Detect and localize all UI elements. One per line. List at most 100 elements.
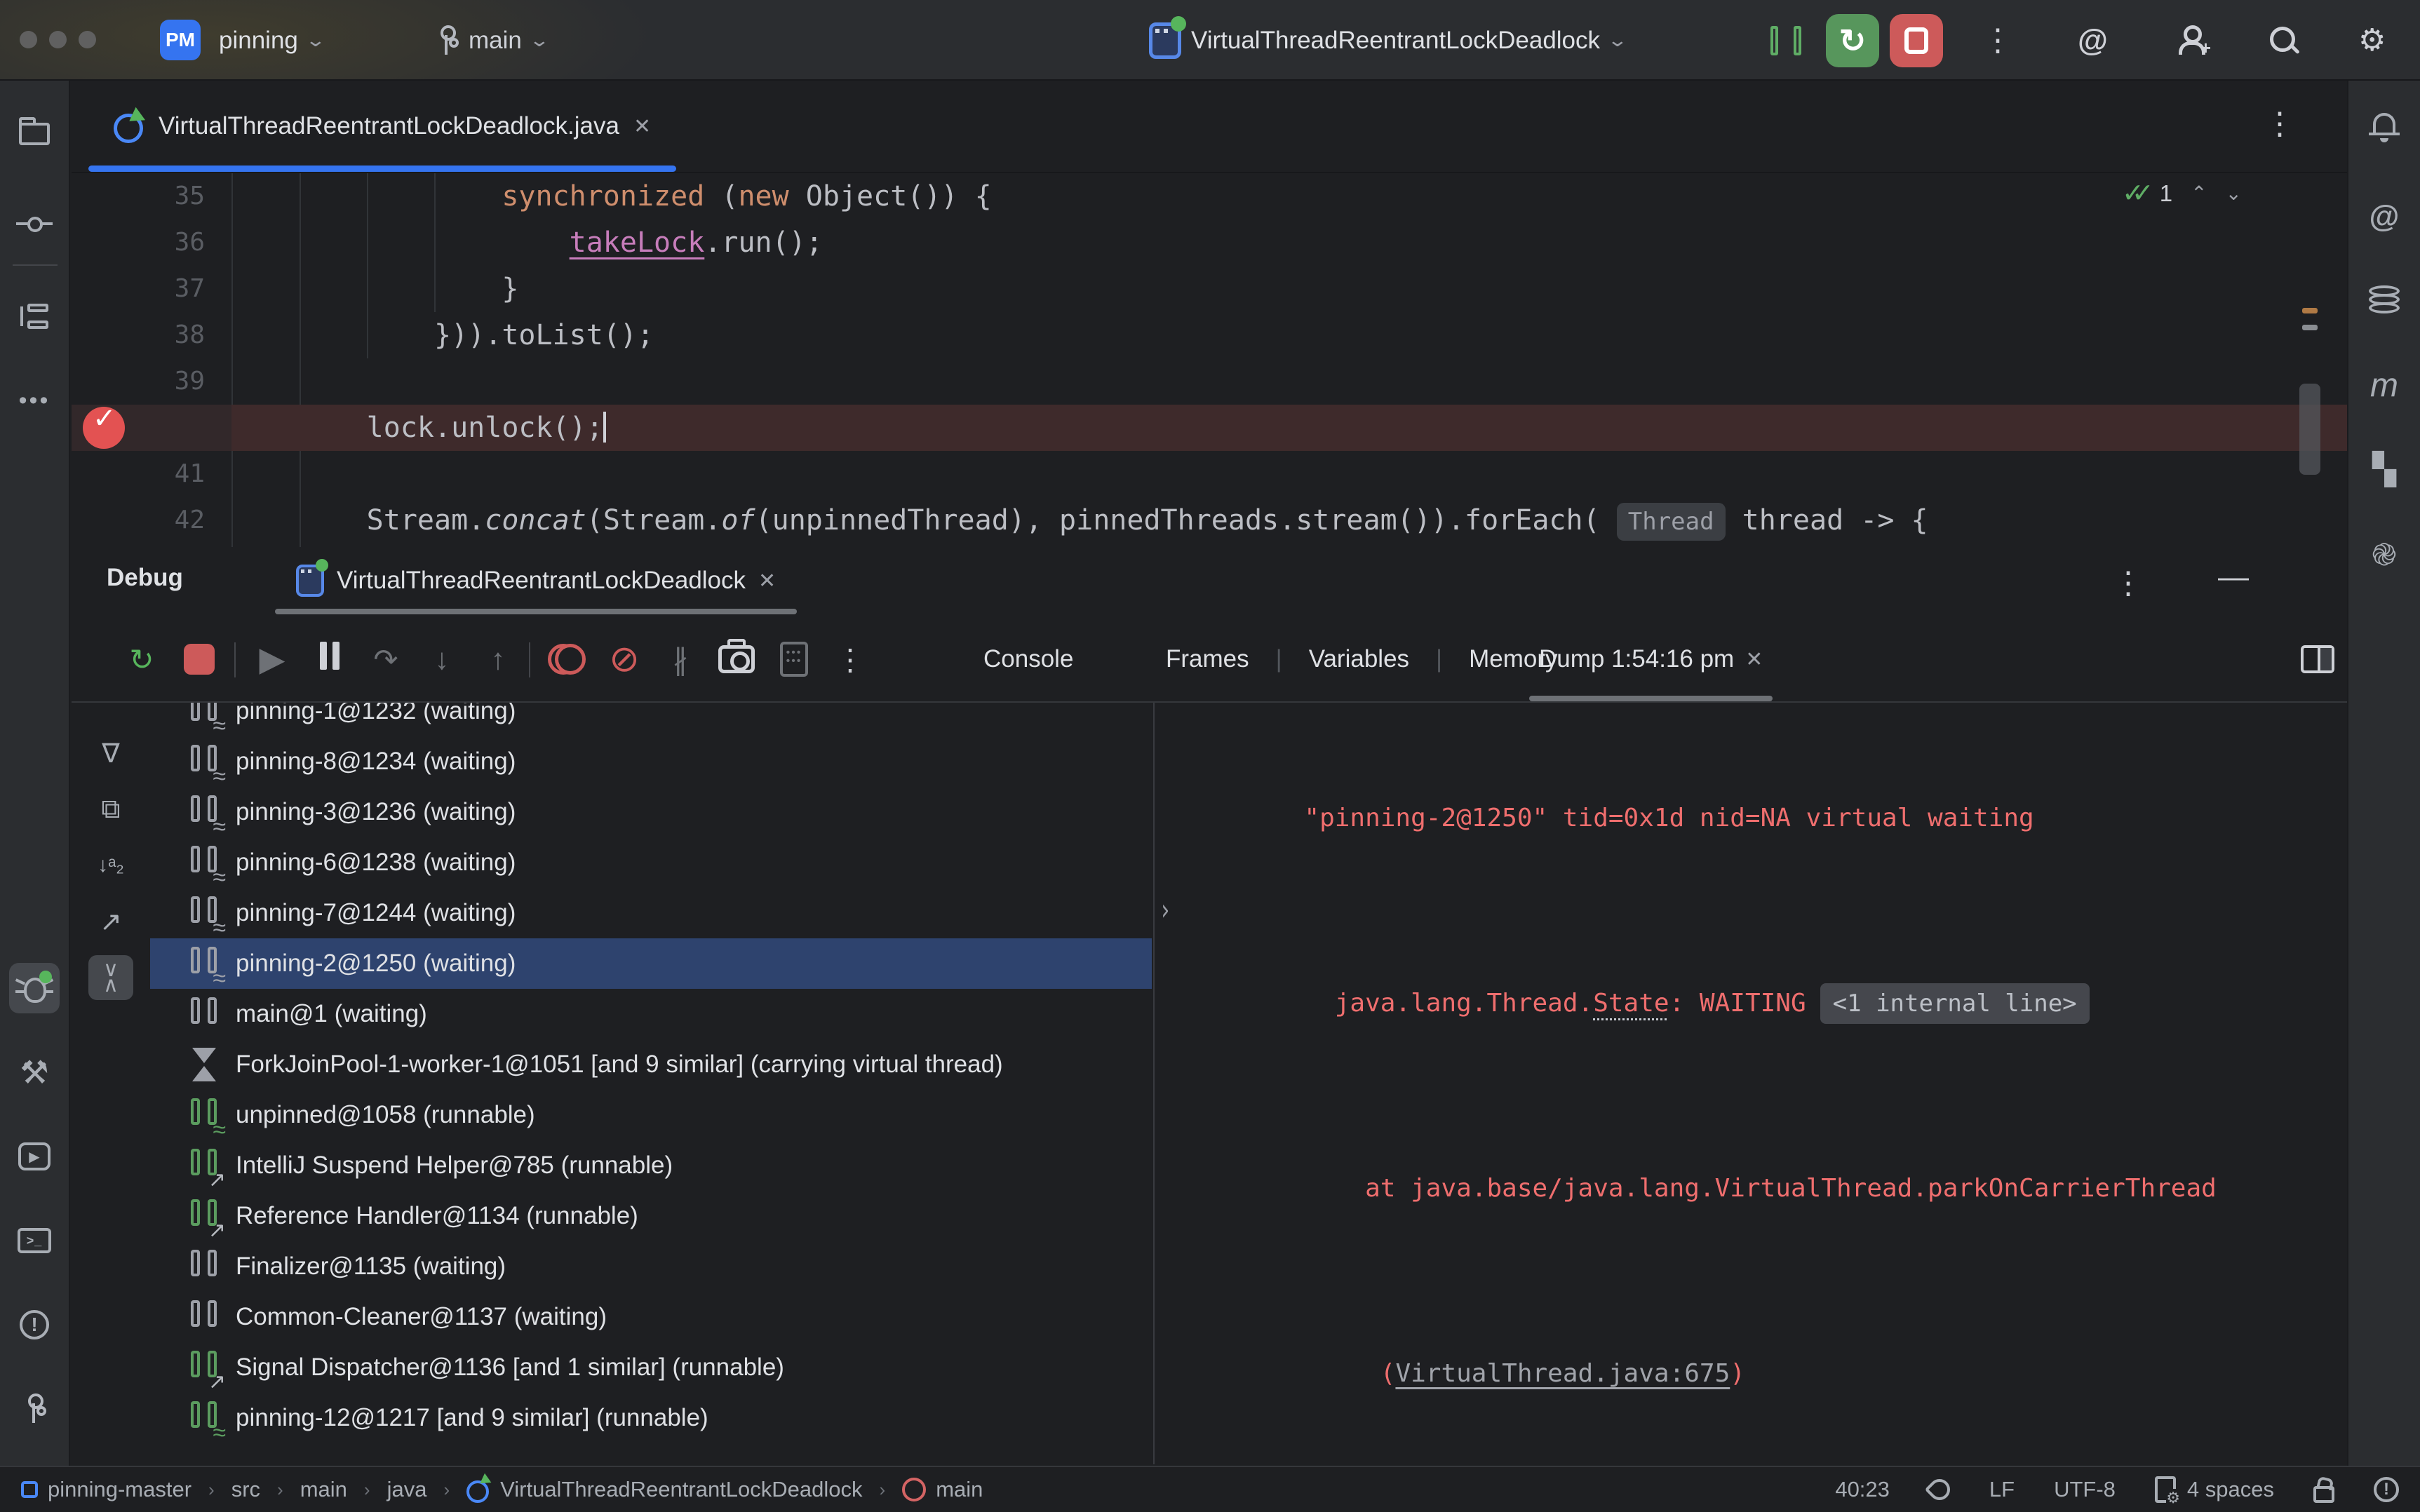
editor-tab-options-button[interactable]: ⋮ <box>2264 106 2295 142</box>
settings-button[interactable]: ⚙ <box>2358 0 2386 81</box>
step-into-button[interactable]: ↓ <box>418 635 466 683</box>
copy-dump-button[interactable]: ⧉ <box>88 787 133 832</box>
debug-session-tab[interactable]: VirtualThreadReentrantLockDeadlock ✕ <box>268 547 804 614</box>
sidebar-item-dependencies[interactable]: ▚ <box>2359 444 2409 494</box>
branch-selector[interactable]: main⌄ <box>435 0 547 81</box>
breadcrumb-item[interactable]: pinning-master › <box>21 1477 231 1502</box>
chevron-down-icon[interactable]: ⌄ <box>2226 182 2242 205</box>
line-number[interactable]: 39 <box>79 358 205 405</box>
stack-trace-line[interactable]: (VirtualThread.java:675) <box>1155 1258 2347 1443</box>
line-number[interactable]: 36 <box>79 220 205 266</box>
tab-frames[interactable]: Frames <box>1166 645 1249 673</box>
thread-list-item[interactable]: pinning-6@1238 (waiting) <box>150 837 1152 888</box>
editor-scrollbar-thumb[interactable] <box>2299 384 2320 475</box>
line-separator-widget[interactable]: LF <box>1989 1477 2015 1502</box>
stack-trace-panel[interactable]: "pinning-2@1250" tid=0x1d nid=NA virtual… <box>1155 703 2347 1464</box>
line-number[interactable]: 37 <box>79 266 205 312</box>
sidebar-item-debug[interactable] <box>9 963 60 1013</box>
breadcrumb-item[interactable]: main › <box>902 1477 983 1502</box>
event-log-icon[interactable]: ! <box>2374 1477 2399 1502</box>
hide-panel-button[interactable]: — <box>2218 560 2249 595</box>
rerun-debugger-button[interactable]: ↻ <box>118 635 166 683</box>
thread-list-item[interactable]: pinning-1@1232 (waiting) <box>150 703 1152 736</box>
editor-tab[interactable]: VirtualThreadReentrantLockDeadlock.java … <box>88 81 676 172</box>
sidebar-item-structure[interactable] <box>9 291 60 342</box>
close-icon[interactable]: ✕ <box>1745 647 1763 672</box>
code-line[interactable]: 36 takeLock.run(); <box>72 220 2347 266</box>
run-config-selector[interactable]: VirtualThreadReentrantLockDeadlock⌄ <box>1149 0 1625 81</box>
line-number[interactable]: 38 <box>79 312 205 358</box>
sidebar-item-database[interactable] <box>2359 276 2409 326</box>
tab-group-frames-variables-memory[interactable]: Frames| Variables| Memory <box>1166 617 1558 701</box>
export-dump-button[interactable]: ↗ <box>88 899 133 944</box>
sort-threads-button[interactable]: ↓ᵃ₂ <box>88 843 133 888</box>
thread-list-item[interactable]: pinning-8@1234 (waiting) <box>150 736 1152 787</box>
thread-list-item[interactable]: main@1 (waiting) <box>150 989 1152 1039</box>
code-line[interactable]: 39 <box>72 358 2347 405</box>
encoding-widget[interactable]: UTF-8 <box>2054 1477 2116 1502</box>
code-line[interactable]: 42 Stream.concat(Stream.of(unpinnedThrea… <box>72 497 2347 544</box>
code-editor[interactable]: 35 synchronized (new Object()) { 36 take… <box>72 173 2347 547</box>
code-line[interactable]: 41 <box>72 451 2347 497</box>
sidebar-item-commit[interactable] <box>9 198 60 249</box>
breadcrumb-item[interactable]: src › <box>231 1477 300 1502</box>
stack-trace-line[interactable]: "pinning-2@1250" tid=0x1d nid=NA virtual… <box>1155 703 2347 888</box>
sidebar-item-problems[interactable]: ! <box>9 1300 60 1350</box>
indent-widget[interactable]: 4 spaces <box>2155 1476 2274 1503</box>
breadcrumb-item[interactable]: VirtualThreadReentrantLockDeadlock › <box>466 1477 902 1502</box>
pause-program-button[interactable] <box>1768 0 1804 81</box>
debug-options-button[interactable]: ⋮ <box>2113 565 2144 601</box>
thread-list-item[interactable]: pinning-3@1236 (waiting) <box>150 787 1152 837</box>
sidebar-item-project[interactable] <box>9 109 60 159</box>
tab-variables[interactable]: Variables <box>1309 645 1409 673</box>
sidebar-item-ai-chat[interactable]: @ <box>2359 191 2409 242</box>
error-stripe-mark[interactable] <box>2302 325 2318 330</box>
code-line[interactable]: 37 } <box>72 266 2347 312</box>
breadcrumb-item[interactable]: java › <box>387 1477 467 1502</box>
chevron-up-icon[interactable]: ⌃ <box>2191 182 2207 205</box>
thread-dump-button[interactable] <box>713 635 760 683</box>
step-over-button[interactable]: ↷ <box>362 635 410 683</box>
mute-breakpoints-button[interactable]: ⊘ <box>600 635 648 683</box>
line-number[interactable]: 35 <box>79 173 205 220</box>
filter-threads-button[interactable]: ∇ <box>88 731 133 776</box>
step-out-button[interactable]: ↑ <box>474 635 522 683</box>
line-number[interactable]: 41 <box>79 451 205 497</box>
resume-program-button[interactable]: ▶ <box>248 635 296 683</box>
collapse-all-button[interactable]: ∨∧ <box>88 955 133 1000</box>
evaluate-expression-button[interactable]: •••••• <box>770 635 818 683</box>
more-actions-button[interactable]: ⋮ <box>1982 0 2013 81</box>
code-line[interactable]: 35 synchronized (new Object()) { <box>72 173 2347 220</box>
tab-console[interactable]: Console <box>983 617 1073 701</box>
debug-toolbar-more-button[interactable]: ⋮ <box>826 635 874 683</box>
thread-list-item[interactable]: pinning-2@1250 (waiting) <box>150 938 1152 989</box>
stack-trace-line[interactable]: at java.base/java.lang.VirtualThread.par… <box>1155 1073 2347 1258</box>
search-everywhere-button[interactable] <box>2270 0 2298 81</box>
thread-list-item[interactable]: ForkJoinPool-1-worker-1@1051 [and 9 simi… <box>150 1039 1152 1090</box>
sidebar-item-maven[interactable]: m <box>2359 360 2409 410</box>
line-number[interactable]: 42 <box>79 497 205 544</box>
sidebar-item-more[interactable]: ••• <box>9 375 60 426</box>
window-controls[interactable] <box>20 31 96 48</box>
stop-process-button[interactable] <box>175 635 223 683</box>
sidebar-item-notifications[interactable] <box>2359 102 2409 152</box>
code-with-me-button[interactable]: + <box>2177 0 2205 81</box>
fold-chevron-icon[interactable]: › <box>1159 879 1171 943</box>
close-icon[interactable]: ✕ <box>633 114 651 139</box>
breadcrumb-item[interactable]: main › <box>300 1477 387 1502</box>
pause-program-button[interactable] <box>306 635 354 683</box>
thread-list-item[interactable]: Common-Cleaner@1137 (waiting) <box>150 1292 1152 1342</box>
sidebar-item-build[interactable]: ⚒ <box>9 1047 60 1098</box>
smart-step-into-button[interactable]: ∦ <box>657 635 704 683</box>
power-save-icon[interactable] <box>1925 1475 1954 1504</box>
code-line[interactable]: lock.unlock(); <box>72 405 2347 451</box>
sidebar-item-terminal[interactable]: >_ <box>9 1215 60 1266</box>
thread-list-item[interactable]: pinning-12@1217 [and 9 similar] (runnabl… <box>150 1393 1152 1443</box>
error-stripe-mark[interactable] <box>2302 308 2318 313</box>
inspections-widget[interactable]: ✓✓ 1 ⌃ ⌄ <box>2122 177 2242 209</box>
thread-list-item[interactable]: Signal Dispatcher@1136 [and 1 similar] (… <box>150 1342 1152 1393</box>
close-icon[interactable]: ✕ <box>758 569 776 593</box>
tab-dump[interactable]: Dump 1:54:16 pm ✕ <box>1529 617 1773 701</box>
stop-button[interactable] <box>1890 0 1943 81</box>
thread-list-item[interactable]: unpinned@1058 (runnable) <box>150 1090 1152 1140</box>
